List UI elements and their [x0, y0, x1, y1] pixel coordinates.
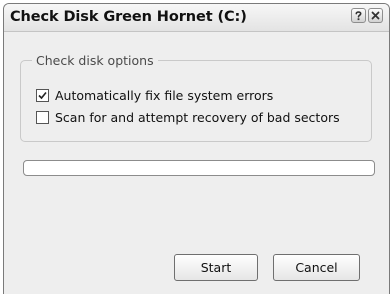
close-icon[interactable]	[368, 8, 383, 23]
title-bar[interactable]: Check Disk Green Hornet (C:)	[4, 4, 389, 32]
help-icon[interactable]	[351, 8, 366, 23]
cancel-button[interactable]: Cancel	[273, 254, 360, 281]
check-disk-dialog: Check Disk Green Hornet (C:)	[3, 3, 390, 294]
group-label: Check disk options	[32, 53, 158, 68]
window-title: Check Disk Green Hornet (C:)	[10, 9, 247, 25]
start-button[interactable]: Start	[174, 254, 258, 281]
progress-bar	[23, 160, 375, 176]
fix-errors-checkbox[interactable]	[36, 89, 49, 102]
scan-bad-sectors-checkbox[interactable]	[36, 111, 49, 124]
scan-bad-sectors-label: Scan for and attempt recovery of bad sec…	[55, 110, 340, 125]
checkmark-icon	[38, 91, 47, 100]
fix-errors-label: Automatically fix file system errors	[55, 88, 274, 103]
